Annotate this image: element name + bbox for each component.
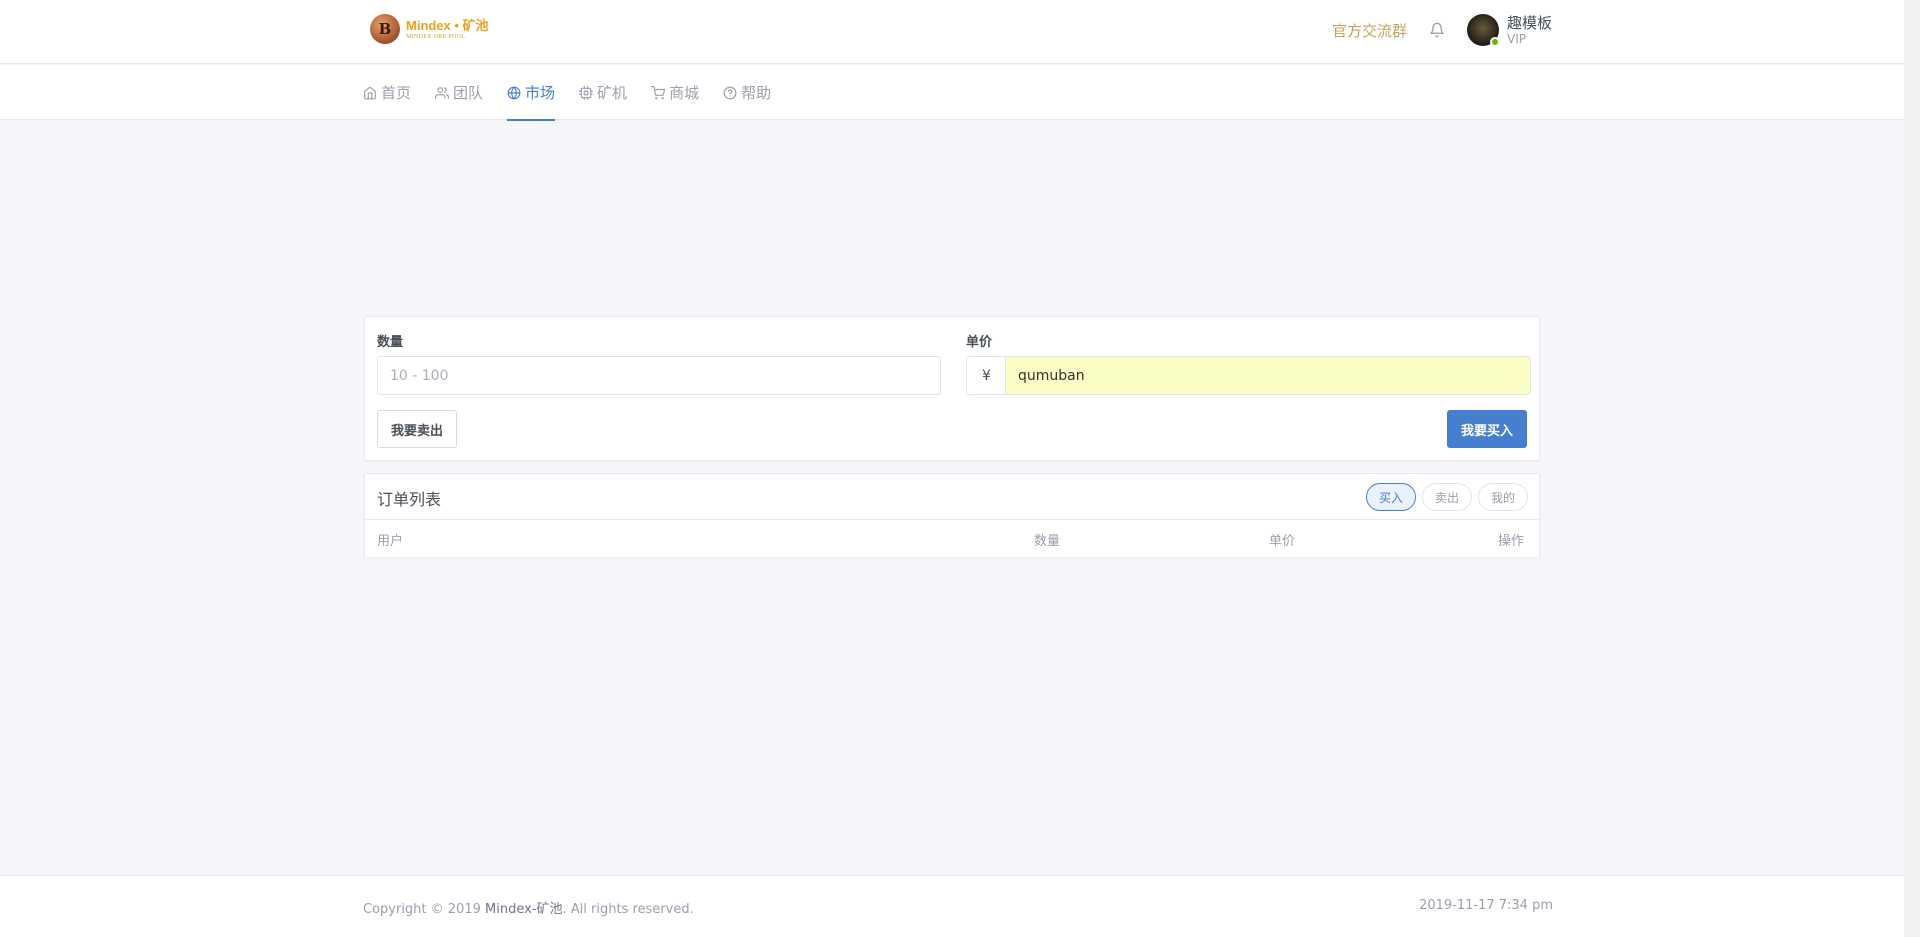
footer-timestamp: 2019-11-17 7:34 pm — [1419, 898, 1553, 913]
cart-icon — [651, 85, 666, 99]
quantity-input[interactable]: 10 - 100 — [377, 356, 941, 395]
order-list-card: 订单列表 买入 卖出 我的 用户 数量 单价 操作 — [364, 473, 1540, 557]
nav-label: 团队 — [453, 84, 484, 102]
filter-buy[interactable]: 买入 — [1365, 483, 1416, 511]
nav-item-shop[interactable]: 商城 — [651, 65, 699, 120]
column-quantity: 数量 — [1034, 534, 1061, 549]
online-status-dot — [1489, 37, 1500, 47]
user-avatar[interactable] — [1466, 14, 1500, 47]
official-group-link[interactable]: 官方交流群 — [1332, 20, 1407, 41]
cpu-icon — [579, 85, 594, 100]
column-action: 操作 — [1497, 534, 1524, 549]
trade-form-card: 数量 10 - 100 单价 ¥ qumuban 我要卖出 我要买入 — [364, 316, 1540, 461]
price-label: 单价 — [966, 335, 993, 350]
brand-title: Mindex • 矿池 — [406, 17, 489, 33]
copyright-prefix: Copyright © 2019 — [363, 902, 486, 917]
footer: Copyright © 2019 Mindex-矿池. All rights r… — [0, 875, 1904, 937]
vertical-scrollbar[interactable] — [1904, 0, 1920, 937]
column-user: 用户 — [377, 534, 404, 549]
nav-label: 商城 — [669, 84, 700, 102]
buy-button[interactable]: 我要买入 — [1447, 410, 1527, 448]
nav-label: 首页 — [381, 84, 412, 102]
nav-item-miner[interactable]: 矿机 — [579, 65, 627, 120]
user-menu[interactable]: 趣模板 VIP — [1506, 13, 1552, 46]
currency-prefix: ¥ — [966, 356, 1006, 395]
filter-mine[interactable]: 我的 — [1477, 483, 1528, 511]
globe-icon — [507, 86, 521, 99]
copyright: Copyright © 2019 Mindex-矿池. All rights r… — [363, 898, 694, 917]
nav-label: 市场 — [525, 84, 556, 102]
users-icon — [435, 86, 450, 99]
nav-item-market[interactable]: 市场 — [507, 65, 556, 121]
sell-button[interactable]: 我要卖出 — [377, 410, 457, 448]
bell-icon[interactable] — [1429, 22, 1445, 38]
bitcoin-logo-icon: B — [370, 14, 400, 44]
user-name: 趣模板 — [1506, 13, 1552, 32]
brand-logo[interactable]: B Mindex • 矿池 MINDEX ORE POOL — [370, 14, 489, 44]
help-circle-icon — [723, 86, 737, 99]
order-list-header: 订单列表 买入 卖出 我的 — [365, 474, 1539, 520]
order-table-header: 用户 数量 单价 操作 — [365, 520, 1539, 557]
nav-item-home[interactable]: 首页 — [363, 65, 411, 120]
order-list-title: 订单列表 — [377, 490, 442, 509]
price-input[interactable]: qumuban — [1005, 356, 1531, 395]
top-header: B Mindex • 矿池 MINDEX ORE POOL 官方交流群 趣模板 … — [0, 0, 1904, 64]
page: B Mindex • 矿池 MINDEX ORE POOL 官方交流群 趣模板 … — [0, 0, 1904, 937]
filter-sell[interactable]: 卖出 — [1421, 483, 1472, 511]
nav-label: 帮助 — [741, 84, 772, 102]
header-actions: 官方交流群 趣模板 VIP — [1332, 13, 1552, 47]
copyright-suffix: . All rights reserved. — [562, 902, 694, 917]
footer-brand-link[interactable]: Mindex-矿池 — [485, 902, 562, 917]
nav-item-team[interactable]: 团队 — [435, 65, 483, 120]
order-filter-tabs: 买入 卖出 我的 — [1360, 483, 1528, 511]
column-price: 单价 — [1269, 534, 1296, 549]
nav-label: 矿机 — [597, 84, 628, 102]
main-nav: 首页 团队 市场 矿机 商城 帮助 — [0, 65, 1904, 121]
nav-item-help[interactable]: 帮助 — [723, 65, 771, 120]
user-level: VIP — [1506, 31, 1526, 46]
quantity-label: 数量 — [377, 335, 404, 350]
brand-subtitle: MINDEX ORE POOL — [406, 33, 466, 40]
home-icon — [364, 86, 376, 99]
